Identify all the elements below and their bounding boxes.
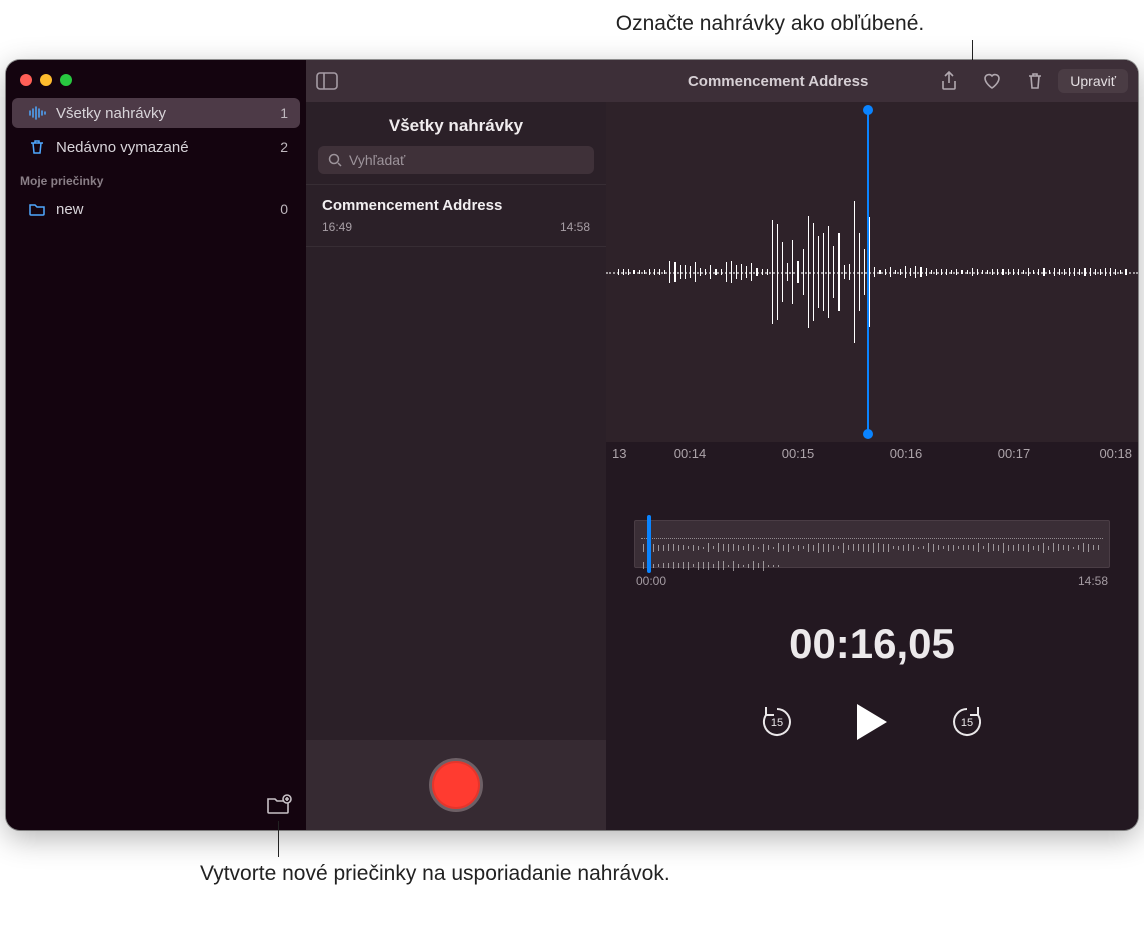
timecode-display: 00:16,05 xyxy=(606,594,1138,678)
favorite-button[interactable] xyxy=(982,72,1002,90)
skip-forward-seconds: 15 xyxy=(949,704,985,742)
list-header: Všetky nahrávky xyxy=(306,102,606,146)
recording-title: Commencement Address xyxy=(322,197,590,214)
callout-favorite: Označte nahrávky ako obľúbené. xyxy=(540,12,1000,36)
toggle-sidebar-button[interactable] xyxy=(316,72,338,90)
trash-icon xyxy=(28,138,46,156)
recording-duration: 14:58 xyxy=(560,220,590,234)
play-button[interactable] xyxy=(855,702,889,742)
folder-icon xyxy=(28,200,46,218)
ruler-tick: 00:14 xyxy=(636,446,744,470)
sidebar-item-recently-deleted[interactable]: Nedávno vymazané 2 xyxy=(12,132,300,162)
sidebar-folder-count: 0 xyxy=(280,201,288,217)
overview-cursor[interactable] xyxy=(647,515,651,573)
callout-new-folder-line xyxy=(278,821,279,857)
ruler-tick: 00:15 xyxy=(744,446,852,470)
delete-button[interactable] xyxy=(1026,71,1044,91)
callout-new-folder: Vytvorte nové priečinky na usporiadanie … xyxy=(200,860,670,887)
recordings-list-panel: Všetky nahrávky Vyhľadať Commencement Ad… xyxy=(306,60,606,830)
list-toolbar xyxy=(306,60,606,102)
close-window-button[interactable] xyxy=(20,74,32,86)
window-controls xyxy=(6,60,306,96)
sidebar-folder-new[interactable]: new 0 xyxy=(12,194,300,224)
playback-controls: 15 15 xyxy=(606,678,1138,772)
skip-back-seconds: 15 xyxy=(759,704,795,742)
playhead[interactable] xyxy=(867,110,869,434)
ruler-tick: 00:16 xyxy=(852,446,960,470)
sidebar-item-label: Všetky nahrávky xyxy=(56,105,166,122)
share-button[interactable] xyxy=(940,71,958,91)
sidebar: Všetky nahrávky 1 Nedávno vymazané 2 Moj… xyxy=(6,60,306,830)
search-placeholder: Vyhľadať xyxy=(349,152,405,168)
sidebar-item-count: 2 xyxy=(280,139,288,155)
time-ruler: 13 00:14 00:15 00:16 00:17 00:18 xyxy=(606,442,1138,470)
waveform-icon xyxy=(28,104,46,122)
detail-title: Commencement Address xyxy=(616,73,940,90)
ruler-tick: 00:17 xyxy=(960,446,1068,470)
voice-memos-window: Všetky nahrávky 1 Nedávno vymazané 2 Moj… xyxy=(6,60,1138,830)
overview-mini-wave xyxy=(641,538,1103,550)
recording-detail-panel: Commencement Address Upraviť 13 00:14 xyxy=(606,60,1138,830)
sidebar-item-label: Nedávno vymazané xyxy=(56,139,189,156)
fullscreen-window-button[interactable] xyxy=(60,74,72,86)
ruler-tick: 13 xyxy=(606,446,636,470)
sidebar-section-my-folders: Moje priečinky xyxy=(6,164,306,192)
overview-end-label: 14:58 xyxy=(1078,574,1108,588)
sidebar-item-count: 1 xyxy=(280,105,288,121)
waveform-overview[interactable] xyxy=(634,520,1110,568)
ruler-tick: 00:18 xyxy=(1068,446,1138,470)
waveform-main[interactable] xyxy=(606,102,1138,442)
record-bar xyxy=(306,740,606,830)
detail-toolbar: Commencement Address Upraviť xyxy=(606,60,1138,102)
new-folder-button[interactable] xyxy=(266,794,292,816)
skip-forward-15-button[interactable]: 15 xyxy=(949,704,985,740)
record-button[interactable] xyxy=(429,758,483,812)
recording-item[interactable]: Commencement Address 16:49 14:58 xyxy=(306,184,606,247)
overview-start-label: 00:00 xyxy=(636,574,666,588)
skip-back-15-button[interactable]: 15 xyxy=(759,704,795,740)
sidebar-folder-label: new xyxy=(56,201,84,218)
search-icon xyxy=(328,153,342,167)
recording-time: 16:49 xyxy=(322,220,352,234)
edit-button[interactable]: Upraviť xyxy=(1058,69,1128,93)
sidebar-item-all-recordings[interactable]: Všetky nahrávky 1 xyxy=(12,98,300,128)
search-input[interactable]: Vyhľadať xyxy=(318,146,594,174)
waveform-bars xyxy=(606,102,1138,442)
minimize-window-button[interactable] xyxy=(40,74,52,86)
